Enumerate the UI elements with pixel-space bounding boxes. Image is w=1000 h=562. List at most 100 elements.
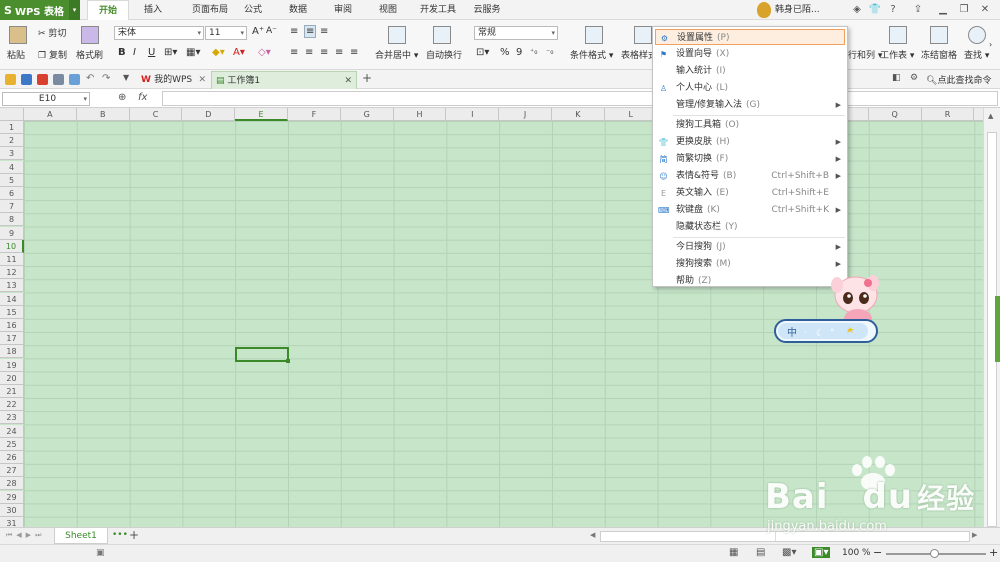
worksheet-button[interactable]: 工作表 ▾ bbox=[880, 48, 914, 61]
row-header[interactable]: 2 bbox=[0, 134, 24, 148]
row-header[interactable]: 1 bbox=[0, 121, 24, 134]
select-all-corner[interactable] bbox=[0, 108, 24, 121]
help-icon[interactable]: ? bbox=[884, 2, 902, 18]
row-header[interactable]: 15 bbox=[0, 305, 24, 319]
user-account[interactable]: 韩身已陌... bbox=[757, 0, 820, 20]
tab-my-wps[interactable]: W 我的WPS ✕ bbox=[137, 71, 210, 89]
row-header[interactable]: 21 bbox=[0, 385, 24, 398]
row-header[interactable]: 25 bbox=[0, 437, 24, 451]
zoom-in-button[interactable]: + bbox=[989, 546, 998, 559]
align-bottom-icon[interactable]: ≡ bbox=[320, 26, 328, 37]
sheet-nav-icons[interactable]: ⏮◀▶⏭ bbox=[6, 531, 45, 540]
column-header[interactable]: G bbox=[341, 108, 394, 121]
sheet-tab-sheet1[interactable]: Sheet1 bbox=[54, 528, 108, 544]
row-header[interactable]: 20 bbox=[0, 371, 24, 385]
formula-input[interactable] bbox=[162, 91, 998, 106]
close-icon[interactable]: ✕ bbox=[198, 71, 206, 89]
menu-item[interactable]: ♙ 个人中心 (L) bbox=[655, 80, 845, 96]
percent-button[interactable]: % bbox=[500, 47, 510, 58]
justify-icon[interactable]: ≡ bbox=[335, 47, 343, 58]
column-header[interactable]: I bbox=[446, 108, 500, 121]
conditional-format-button[interactable]: 条件格式 ▾ bbox=[570, 48, 613, 61]
minimize-button[interactable]: ▁ bbox=[934, 2, 952, 18]
row-header[interactable]: 18 bbox=[0, 345, 24, 359]
row-header[interactable]: 17 bbox=[0, 332, 24, 346]
menu-item[interactable]: 输入统计 (I) bbox=[655, 63, 845, 79]
align-right-icon[interactable]: ≡ bbox=[320, 47, 328, 58]
tab-cloud-service[interactable]: 云服务 bbox=[465, 0, 509, 20]
menu-item[interactable]: 👕 更换皮肤 (H) ▶ bbox=[655, 134, 845, 150]
row-header[interactable]: 10 bbox=[0, 239, 24, 253]
save-icon[interactable] bbox=[21, 74, 32, 85]
redo-icon[interactable]: ↷ bbox=[102, 73, 110, 84]
font-size-select[interactable]: 11 ▾ bbox=[205, 26, 247, 40]
row-header[interactable]: 31 bbox=[0, 517, 24, 527]
column-header[interactable]: L bbox=[605, 108, 658, 121]
tab-data[interactable]: 数据 bbox=[280, 0, 316, 20]
grow-font-button[interactable]: A⁺ bbox=[252, 26, 264, 37]
row-header[interactable]: 9 bbox=[0, 226, 24, 240]
tab-review[interactable]: 审阅 bbox=[325, 0, 361, 20]
zoom-slider[interactable] bbox=[886, 549, 986, 558]
row-header[interactable]: 30 bbox=[0, 503, 24, 517]
row-header[interactable]: 14 bbox=[0, 292, 24, 306]
merge-center-icon[interactable] bbox=[388, 26, 406, 44]
freeze-panes-icon[interactable] bbox=[930, 26, 948, 44]
column-header[interactable]: C bbox=[130, 108, 183, 121]
find-icon[interactable] bbox=[968, 26, 986, 44]
row-header[interactable]: 23 bbox=[0, 411, 24, 425]
horizontal-scroll-thumb[interactable] bbox=[601, 532, 776, 541]
fill-color-icon[interactable]: ◆▾ bbox=[212, 47, 225, 58]
customize-qat-icon[interactable]: ▼ bbox=[123, 73, 129, 82]
format-painter-button[interactable]: 格式刷 bbox=[76, 48, 103, 61]
app-menu-button[interactable]: S WPS 表格 ▾ bbox=[0, 0, 80, 20]
column-header[interactable]: F bbox=[288, 108, 341, 121]
merge-center-button[interactable]: 合并居中 ▾ bbox=[375, 48, 418, 61]
distributed-icon[interactable]: ≡ bbox=[350, 47, 358, 58]
scroll-left-icon[interactable]: ◀ bbox=[590, 531, 595, 539]
column-header[interactable]: H bbox=[394, 108, 447, 121]
close-button[interactable]: ✕ bbox=[976, 2, 994, 18]
tab-view[interactable]: 视图 bbox=[370, 0, 406, 20]
increase-decimal-icon[interactable]: ⁺₀ bbox=[530, 47, 537, 56]
tab-home[interactable]: 开始 bbox=[87, 0, 129, 21]
align-middle-icon[interactable]: ≡ bbox=[304, 25, 317, 38]
row-header[interactable]: 26 bbox=[0, 451, 24, 464]
wrap-text-icon[interactable] bbox=[433, 26, 451, 44]
close-icon[interactable]: ✕ bbox=[344, 72, 352, 90]
tab-insert[interactable]: 插入 bbox=[133, 0, 173, 20]
column-header[interactable]: R bbox=[922, 108, 975, 121]
cut-button[interactable]: ✂ 剪切 bbox=[38, 26, 66, 39]
font-name-select[interactable]: 宋体 ▾ bbox=[114, 26, 204, 40]
upload-icon[interactable]: ⇪ bbox=[909, 2, 927, 18]
row-header[interactable]: 16 bbox=[0, 319, 24, 332]
function-icon[interactable]: fx bbox=[138, 92, 147, 103]
row-header[interactable]: 27 bbox=[0, 464, 24, 478]
number-format-select[interactable]: 常规 ▾ bbox=[474, 26, 558, 40]
page-break-view-icon[interactable]: ▩▾ bbox=[782, 547, 796, 558]
side-panel-toggle[interactable] bbox=[995, 296, 1000, 362]
add-sheet-button[interactable]: + bbox=[129, 528, 139, 542]
column-header[interactable]: A bbox=[24, 108, 77, 121]
row-header[interactable]: 12 bbox=[0, 266, 24, 280]
paste-icon[interactable] bbox=[9, 26, 27, 44]
row-header[interactable]: 29 bbox=[0, 490, 24, 504]
row-header[interactable]: 28 bbox=[0, 477, 24, 491]
zoom-slider-handle[interactable] bbox=[930, 549, 939, 558]
column-header[interactable]: B bbox=[77, 108, 130, 121]
row-header[interactable]: 7 bbox=[0, 200, 24, 214]
align-top-icon[interactable]: ≡ bbox=[290, 26, 298, 37]
row-header[interactable]: 3 bbox=[0, 147, 24, 161]
shirt-icon[interactable]: 👕 bbox=[866, 2, 884, 18]
menu-item[interactable]: ⚙ 设置属性 (P) bbox=[655, 29, 845, 45]
underline-button[interactable]: U bbox=[148, 47, 155, 58]
column-header[interactable]: K bbox=[552, 108, 605, 121]
paste-button[interactable]: 粘贴 bbox=[7, 48, 25, 61]
undo-icon[interactable]: ↶ bbox=[86, 73, 94, 84]
export-pdf-icon[interactable] bbox=[37, 74, 48, 85]
column-header[interactable]: D bbox=[182, 108, 236, 121]
tab-formulas[interactable]: 公式 bbox=[235, 0, 271, 20]
app-menu-dropdown-icon[interactable]: ▾ bbox=[69, 0, 80, 20]
row-header[interactable]: 6 bbox=[0, 187, 24, 200]
open-icon[interactable] bbox=[5, 74, 16, 85]
